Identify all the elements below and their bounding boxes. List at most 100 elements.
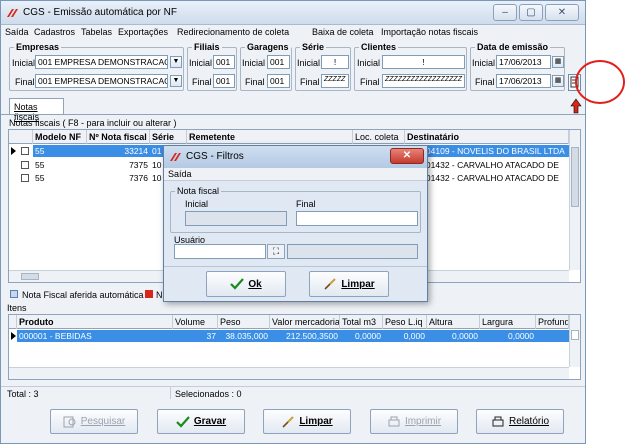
serie-inicial-input[interactable]: ! (321, 55, 349, 69)
limpar-button[interactable]: Limpar (263, 409, 351, 434)
col-destinatario[interactable]: Destinatário (405, 130, 569, 144)
col-numero-nf[interactable]: Nº Nota fiscal (87, 130, 150, 144)
maximize-button[interactable]: ▢ (519, 4, 543, 21)
gravar-button[interactable]: Gravar (157, 409, 245, 434)
cell-altura: 0,0000 (427, 330, 480, 342)
empresas-final-select[interactable]: 001 EMPRESA DEMONSTRACAO (35, 74, 168, 88)
tab-notas-fiscais[interactable]: Notas fiscais (9, 98, 64, 122)
table-row[interactable]: 000001 - BEBIDAS 37 38.035,000 212.500,3… (9, 330, 569, 342)
itens-vscrollbar[interactable] (569, 315, 580, 367)
col-peso-liq[interactable]: Peso L.iq (383, 315, 427, 329)
filiais-final-input[interactable]: 001 (213, 74, 235, 88)
filiais-group: Filiais Inicial 001 Final 001 (187, 42, 237, 91)
scroll-thumb[interactable] (571, 147, 579, 207)
pesquisar-label: Pesquisar (80, 416, 126, 427)
empresas-inicial-select[interactable]: 001 EMPRESA DEMONSTRACAO (35, 55, 168, 69)
cell-valor: 212.500,3500 (270, 330, 340, 342)
imprimir-button[interactable]: Imprimir (370, 409, 458, 434)
dialog-ok-button[interactable]: Ok (206, 271, 286, 297)
col-volume[interactable]: Volume (173, 315, 218, 329)
nota-fiscal-group: Nota fiscal Inicial Final (170, 186, 421, 233)
col-valor-mercadoria[interactable]: Valor mercadoria (270, 315, 340, 329)
binoculars-icon[interactable]: ⛶ (267, 244, 285, 259)
notas-vscrollbar[interactable] (569, 130, 580, 270)
garagens-inicial-input[interactable]: 001 (267, 55, 290, 69)
legend-other: N (156, 290, 163, 300)
window-title: CGS - Emissão automática por NF (23, 7, 177, 18)
chevron-down-icon[interactable]: ▼ (170, 75, 182, 87)
cell-modelo: 55 (35, 173, 45, 183)
arrow-up-icon[interactable] (570, 98, 582, 114)
menu-redirecionamento[interactable]: Redirecionamento de coleta (177, 27, 289, 37)
empresas-final-label: Final (15, 77, 35, 87)
dialog-title-bar: CGS - Filtros ✕ (164, 146, 427, 168)
data-final-input[interactable]: 17/06/2013 (496, 74, 551, 88)
data-inicial-input[interactable]: 17/06/2013 (496, 55, 551, 69)
relatorio-button[interactable]: Relatório (476, 409, 564, 434)
scroll-thumb[interactable] (21, 273, 39, 280)
chevron-down-icon[interactable]: ▼ (170, 56, 182, 68)
main-window: CGS - Emissão automática por NF – ▢ ✕ Sa… (0, 0, 586, 444)
dialog-inicial-label: Inicial (185, 199, 209, 209)
menu-saida[interactable]: Saída (5, 27, 29, 37)
clientes-inicial-input[interactable]: ! (382, 55, 465, 69)
col-profundidade[interactable]: Profundi (536, 315, 569, 329)
row-checkbox[interactable] (21, 161, 29, 169)
data-inicial-label: Inicial (472, 58, 496, 68)
filtros-dialog: CGS - Filtros ✕ Saída Nota fiscal Inicia… (163, 145, 428, 302)
usuario-input[interactable] (174, 244, 266, 259)
col-peso[interactable]: Peso (218, 315, 270, 329)
cell-produto: 000001 - BEBIDAS (17, 330, 173, 342)
row-checkbox[interactable] (21, 147, 29, 155)
calendar-icon[interactable]: ▦ (552, 75, 564, 87)
close-button[interactable]: ✕ (545, 4, 579, 21)
clientes-group: Clientes Inicial ! Final ZZZZZZZZZZZZZZZ… (354, 42, 467, 91)
col-serie[interactable]: Série (150, 130, 187, 144)
cell-destinatario: 523001432 - CARVALHO ATACADO DE (407, 160, 559, 170)
col-loc-coleta[interactable]: Loc. coleta (353, 130, 405, 144)
printer-icon (492, 416, 504, 426)
clientes-final-input[interactable]: ZZZZZZZZZZZZZZZZZZ (382, 74, 465, 88)
pesquisar-button[interactable]: Pesquisar (50, 409, 138, 434)
empresas-label: Empresas (14, 42, 62, 52)
col-produto[interactable]: Produto (17, 315, 173, 329)
row-checkbox[interactable] (21, 174, 29, 182)
menu-baixa-coleta[interactable]: Baixa de coleta (312, 27, 374, 37)
dialog-final-input[interactable] (296, 211, 418, 226)
filiais-inicial-input[interactable]: 001 (213, 55, 235, 69)
col-modelo-nf[interactable]: Modelo NF (33, 130, 87, 144)
menu-importacao[interactable]: Importação notas fiscais (381, 27, 478, 37)
check-icon (230, 278, 245, 290)
broom-icon (282, 415, 295, 428)
search-icon (63, 416, 76, 427)
dialog-menu-saida[interactable]: Saída (168, 169, 192, 179)
broom-icon (324, 278, 337, 290)
menu-exportacoes[interactable]: Exportações (118, 27, 168, 37)
garagens-final-input[interactable]: 001 (267, 74, 290, 88)
app-logo-icon (7, 9, 18, 17)
menu-cadastros[interactable]: Cadastros (34, 27, 75, 37)
legend-auto: Nota Fiscal aferida automática (22, 290, 144, 300)
menu-tabelas[interactable]: Tabelas (81, 27, 112, 37)
col-altura[interactable]: Altura (427, 315, 480, 329)
calendar-icon[interactable]: ▦ (552, 56, 564, 68)
dialog-close-button[interactable]: ✕ (390, 148, 424, 164)
notas-grid-header: Modelo NF Nº Nota fiscal Série Remetente… (9, 130, 569, 144)
serie-final-input[interactable]: ZZZZZ (321, 74, 349, 88)
col-total-m3[interactable]: Total m3 (340, 315, 383, 329)
status-selecionados: Selecionados : 0 (175, 389, 242, 399)
dialog-inicial-input[interactable] (185, 211, 287, 226)
header-select (9, 315, 17, 329)
filiais-label: Filiais (192, 42, 222, 52)
scroll-thumb[interactable] (571, 330, 579, 340)
status-total: Total : 3 (7, 389, 39, 399)
serie-final-label: Final (300, 77, 320, 87)
legend-swatch-red (145, 290, 153, 298)
col-largura[interactable]: Largura (480, 315, 536, 329)
dialog-limpar-button[interactable]: Limpar (309, 271, 389, 297)
itens-hscrollbar[interactable] (9, 367, 569, 379)
minimize-button[interactable]: – (493, 4, 517, 21)
cell-destinatario: 200004109 - NOVELIS DO BRASIL LTDA (405, 145, 569, 157)
col-remetente[interactable]: Remetente (187, 130, 353, 144)
dialog-title: CGS - Filtros (186, 151, 244, 162)
